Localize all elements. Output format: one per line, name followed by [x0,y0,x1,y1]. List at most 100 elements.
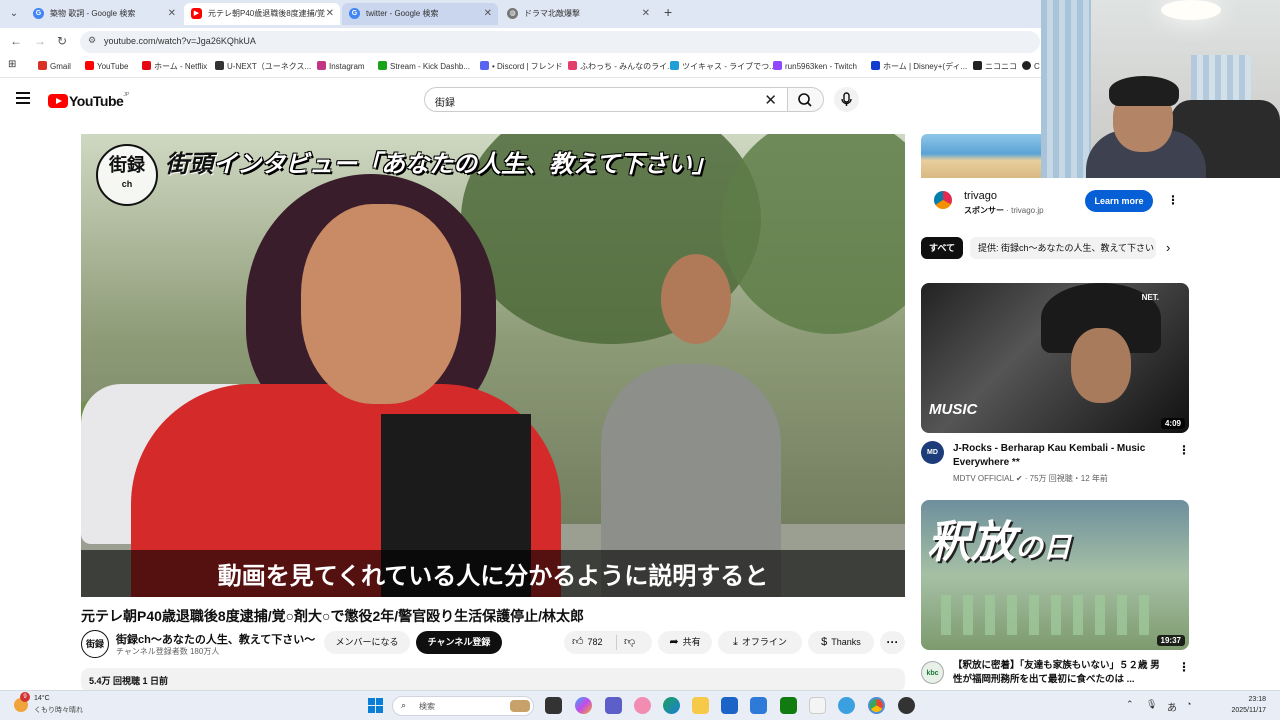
chrome-icon[interactable] [868,697,885,714]
video-duration: 19:37 [1156,635,1185,646]
thanks-button[interactable]: $ Thanks [808,631,874,654]
download-offline-button[interactable]: ⤓ オフライン [718,631,802,654]
bookmark-netflix[interactable]: ホーム - Netflix [142,61,207,72]
thanks-dollar-icon: $ [821,636,828,648]
ad-learn-more-button[interactable]: Learn more [1085,190,1153,212]
close-icon[interactable]: ✕ [642,3,650,25]
thumbs-up-icon[interactable]: 👍︎ [572,636,584,648]
channel-avatar[interactable]: 街録 [81,630,109,658]
tray-chevron-up-icon[interactable]: ⌃ [1126,699,1134,710]
search-icon: ⌕ [401,700,407,710]
ad-thumbnail[interactable] [921,134,1041,178]
recommendation-thumbnail[interactable]: 釈放の日 19:37 [921,500,1189,650]
bookmark-unext[interactable]: U-NEXT（ユーネクス... [215,61,311,72]
recommendation-thumbnail[interactable]: NET. MUSIC 4:09 [921,283,1189,433]
view-count-date: 5.4万 回視聴 1 日前 [89,676,169,686]
close-icon[interactable]: ✕ [168,3,176,25]
more-actions-button[interactable]: ··· [880,631,905,654]
copilot-icon[interactable] [575,697,592,714]
video-duration: 4:09 [1160,418,1185,429]
tab-youtube-video[interactable]: ▶ 元テレ朝P40歳退職後8度逮捕/覚 ✕ [184,3,340,25]
ad-more-options-icon[interactable]: ⋮ [1167,193,1179,207]
channel-avatar[interactable]: MD [921,441,944,464]
recommendation-more-icon[interactable]: ⋮ [1178,660,1190,674]
bookmark-fuwacchi[interactable]: ふわっち - みんなのライ... [568,61,674,72]
site-info-icon[interactable]: ⚙ [88,35,96,46]
file-explorer-icon[interactable] [692,697,709,714]
thumb-title-text: 釈放の日 [927,518,1072,567]
channel-subscriber-count: チャンネル登録者数 180万人 [116,647,220,656]
system-clock[interactable]: 23:18 2025/11/17 [1196,694,1266,716]
google-g-icon: G [33,8,44,19]
tab-title: 築物 歌詞 - Google 検索 [50,9,136,18]
close-icon[interactable]: ✕ [484,3,492,25]
forward-arrow-icon[interactable]: → [34,34,46,48]
network-wifi-icon[interactable]: ◔ [1186,699,1191,709]
description-box[interactable]: 5.4万 回視聴 1 日前 [81,668,905,692]
download-icon: ⤓ [733,636,738,648]
search-input[interactable]: 街録 ✕ [424,87,788,112]
windows-start-icon[interactable] [368,698,383,713]
bookmark-disney[interactable]: ホーム | Disney+(ディ... [871,61,967,72]
chip-all[interactable]: すべて [921,237,964,259]
close-icon[interactable]: ✕ [326,3,334,25]
notepad-icon[interactable] [809,697,826,714]
menu-hamburger-icon[interactable] [16,92,30,104]
thumbs-down-icon[interactable]: 👎︎ [624,631,635,654]
app-blue-icon[interactable] [838,697,855,714]
google-g-icon: G [349,8,360,19]
tab-google-search-1[interactable]: G 築物 歌詞 - Google 検索 ✕ [26,3,182,25]
channel-avatar[interactable]: kbc [921,661,944,684]
bookmark-more[interactable]: C [1022,61,1040,71]
bookmark-discord[interactable]: • Discord | フレンド [480,61,563,72]
tab-search-chevron-icon[interactable]: ⌄ [6,6,22,22]
ad-sponsor-line: スポンサー · trivago.jp [964,206,1044,215]
video-player[interactable]: 街録 ch 街頭インタビュー「あなたの人生、教えて下さい」 動画を見てくれている… [81,134,905,597]
task-view-icon[interactable] [545,697,562,714]
youtube-logo[interactable]: YouTubeJP [48,92,129,110]
bookmark-gmail[interactable]: Gmail [38,61,71,71]
join-membership-button[interactable]: メンバーになる [324,631,410,654]
channel-name[interactable]: 街録ch〜あなたの人生、教えて下さい〜 [116,631,315,647]
app-pink-icon[interactable] [634,697,651,714]
address-url: youtube.com/watch?v=Jga26KQhkUA [104,36,256,46]
apps-grid-icon[interactable]: ⊞ [8,59,16,70]
obs-icon[interactable] [898,697,915,714]
outlook-icon[interactable] [750,697,767,714]
xbox-icon[interactable] [780,697,797,714]
video-interviewee-face [301,204,461,404]
bookmark-twitcasting[interactable]: ツイキャス - ライブでつ... [670,61,776,72]
tab-drama[interactable]: ◍ ドラマ北敵爆撃 ✕ [500,3,656,25]
edge-icon[interactable] [663,697,680,714]
recommendation-more-icon[interactable]: ⋮ [1178,443,1190,457]
recommendation-title[interactable]: J-Rocks - Berharap Kau Kembali - Music E… [953,442,1163,470]
tab-google-search-2[interactable]: G twitter - Google 検索 ✕ [342,3,498,25]
chevron-right-icon[interactable]: › [1166,240,1170,255]
share-button[interactable]: ➦ 共有 [658,631,712,654]
store-icon[interactable] [721,697,738,714]
reload-icon[interactable]: ↻ [57,34,67,48]
twitch-icon [773,61,782,70]
bookmark-niconico[interactable]: ニコニコ [973,61,1017,72]
address-bar[interactable]: ⚙ youtube.com/watch?v=Jga26KQhkUA [80,31,1040,53]
clear-search-icon[interactable]: ✕ [764,91,777,109]
video-background-person-head [661,254,731,344]
chip-channel[interactable]: 提供: 街録ch〜あなたの人生、教えて下さい [970,237,1156,259]
like-dislike-group: 👍︎ 782 👎︎ [564,631,652,654]
fuwacchi-icon [568,61,577,70]
tray-mic-icon[interactable]: 🎙︎ [1146,699,1157,710]
windows-taskbar: 9 14°C くもり時々晴れ ⌕ 検索 ⌃ 🎙︎ あ ◔ 23:18 2025/… [0,690,1280,720]
voice-search-button[interactable] [834,87,859,112]
bookmark-twitch[interactable]: run5963ken - Twitch [773,61,857,71]
search-button[interactable] [788,87,824,112]
back-arrow-icon[interactable]: ← [10,34,22,48]
tab-title: 元テレ朝P40歳退職後8度逮捕/覚 [208,9,325,18]
recommendation-title[interactable]: 【釈放に密着】「友達も家族もいない」５２歳 男性が福岡刑務所を出て最初に食べたの… [953,659,1163,687]
subscribe-button[interactable]: チャンネル登録 [416,631,502,654]
ime-indicator[interactable]: あ [1167,699,1177,714]
bookmark-instagram[interactable]: Instagram [317,61,365,71]
bookmark-youtube[interactable]: YouTube [85,61,128,71]
new-tab-plus-icon[interactable]: + [664,4,672,20]
bookmark-kick[interactable]: Stream - Kick Dashb... [378,61,470,71]
teams-icon[interactable] [605,697,622,714]
